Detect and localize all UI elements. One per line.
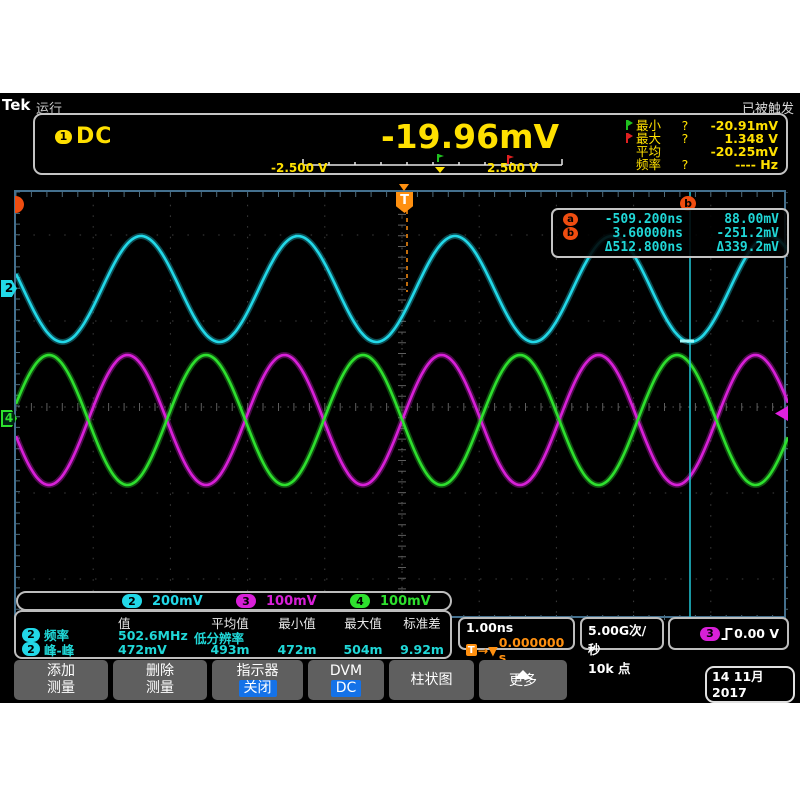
channel-3-scale[interactable]: 3100mV: [236, 594, 336, 609]
rising-edge-icon: [720, 626, 734, 642]
trigger-readout: 3 0.00 V: [668, 617, 789, 650]
measurement-table: 值 平均值 最小值 最大值 标准差 2频率 502.6MHz 低分辨率 2峰-峰…: [14, 610, 452, 659]
dvm-mode-label: DC: [76, 124, 112, 149]
timebase-scale: 1.00ns: [466, 620, 567, 635]
dvm-statistics: 最小?-20.91mV 最大?1.348 V 平均-20.25mV 频率?---…: [626, 119, 778, 171]
col-header: 最小值: [266, 613, 328, 628]
dvm-readout-panel: 1 DC -19.96mV -2.500 V 2.500 V 最小?-20.91…: [33, 113, 788, 175]
scope-screen: Tek 运行 已被触发 1 DC -19.96mV -2.500 V 2.500…: [0, 93, 800, 703]
menu-dvm-button[interactable]: DVMDC: [308, 660, 384, 700]
oscilloscope-screenshot: Tek 运行 已被触发 1 DC -19.96mV -2.500 V 2.500…: [0, 0, 800, 800]
dvm-scale-min-label: -2.500 V: [271, 161, 327, 175]
dvm-main-value: -19.96mV: [335, 117, 605, 156]
date-label: 14 11月2017: [712, 669, 788, 701]
time-label: 09:17:30: [712, 701, 788, 717]
datetime-box: 14 11月2017 09:17:30: [705, 666, 795, 703]
tek-logo: Tek: [2, 96, 30, 114]
sample-rate: 5.00G次/秒: [588, 620, 656, 658]
measurement-value: 低分辨率: [194, 628, 266, 643]
measurement-value: 493m: [194, 642, 266, 657]
trigger-position-arrow-icon: [399, 184, 409, 191]
measurement-row-label: 2峰-峰: [22, 642, 118, 657]
timebase-readout: 1.00ns T→▼0.000000 s: [458, 617, 575, 650]
menu-histogram-button[interactable]: 柱状图: [389, 660, 474, 700]
cursor-b-time: 3.60000ns: [587, 226, 683, 241]
channel-3-badge: 3: [236, 594, 256, 608]
col-header: 最大值: [328, 613, 398, 628]
measurement-value: 472mV: [118, 642, 194, 657]
channel-2-scale[interactable]: 2200mV: [122, 594, 222, 609]
stat-label: 频率: [636, 158, 678, 171]
cursor-a-value: 88.00mV: [683, 212, 779, 227]
channel-scale-bar: 2200mV 3100mV 4100mV: [16, 591, 452, 611]
min-marker-icon: [626, 120, 628, 130]
channel-4-scale[interactable]: 4100mV: [350, 594, 450, 609]
channel-2-badge: 2: [122, 594, 142, 608]
cursor-a-badge: a: [563, 213, 578, 226]
cursor-a-time: -509.200ns: [587, 212, 683, 227]
col-header: 平均值: [194, 613, 266, 628]
max-marker-icon: [626, 133, 628, 143]
measurement-value: 504m: [328, 642, 398, 657]
channel-1-badge: 1: [55, 130, 72, 144]
col-header: 值: [118, 613, 194, 628]
stat-value: ---- Hz: [692, 158, 778, 171]
trigger-t-icon: T: [466, 644, 477, 656]
trigger-channel-badge: 3: [700, 627, 720, 641]
measurement-value: 9.92m: [398, 642, 446, 657]
dvm-scale-max-label: 2.500 V: [487, 161, 538, 175]
cursor-b-value: -251.2mV: [683, 226, 779, 241]
menu-delete-measurement-button[interactable]: 删除测量: [113, 660, 207, 700]
cursor-b-badge: b: [563, 227, 578, 240]
menu-more-button[interactable]: 更多: [479, 660, 567, 700]
channel-4-badge: 4: [350, 594, 370, 608]
col-header: 标准差: [398, 613, 446, 628]
menu-add-measurement-button[interactable]: 添加测量: [14, 660, 108, 700]
cursor-delta-time: Δ512.800ns: [587, 240, 683, 255]
measurement-value: 472m: [266, 642, 328, 657]
acquisition-readout: 5.00G次/秒 10k 点: [580, 617, 664, 650]
record-length: 10k 点: [588, 658, 656, 677]
trigger-level-value: 0.00 V: [734, 626, 779, 641]
cursor-readout-box: a -509.200ns88.00mV b 3.60000ns-251.2mV Δ5…: [551, 208, 789, 258]
top-status-bar: Tek 运行 已被触发: [0, 95, 800, 115]
measurement-value: 502.6MHz: [118, 628, 194, 643]
cursor-delta-value: Δ339.2mV: [683, 240, 779, 255]
menu-indicator-button[interactable]: 指示器关闭: [212, 660, 303, 700]
